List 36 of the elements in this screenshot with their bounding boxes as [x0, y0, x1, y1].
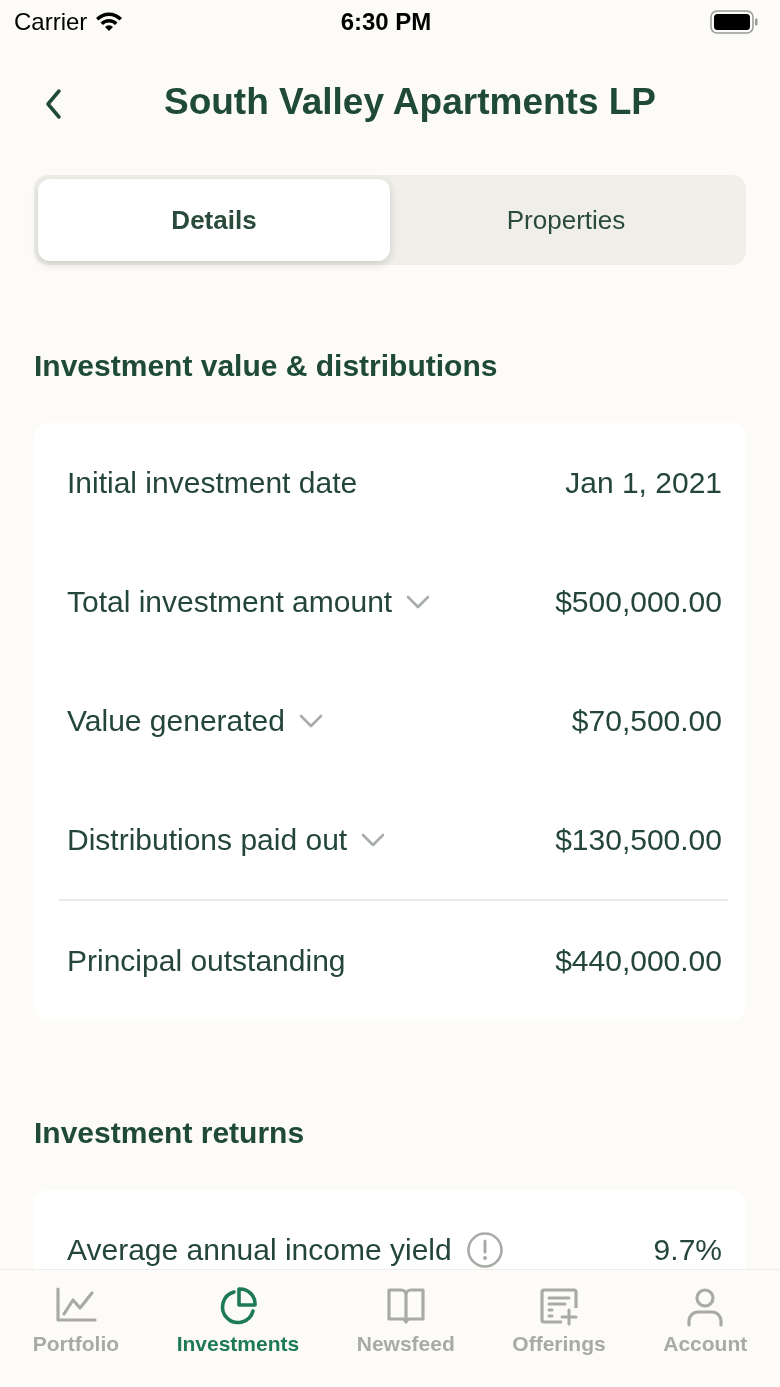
expand-button[interactable] [406, 594, 431, 609]
tab-bar-item[interactable]: Portfolio [32, 1270, 120, 1387]
section-title: Investment value & distributions [34, 349, 499, 383]
row-value: $500,000.00 [555, 584, 722, 619]
info-icon [465, 1230, 504, 1269]
row-value: 9.7% [653, 1232, 722, 1267]
carrier-name: Carrier [14, 8, 88, 36]
row-value: Jan 1, 2021 [565, 465, 722, 500]
row-value: $70,500.00 [571, 703, 722, 738]
section-title: Investment returns [34, 1116, 306, 1150]
row-value: $440,000.00 [555, 943, 722, 978]
row-label: Total investment amount [67, 584, 393, 619]
battery-icon [710, 10, 758, 34]
expand-button[interactable] [298, 713, 323, 728]
row-label: Distributions paid out [67, 822, 348, 857]
chevron-down-icon [361, 832, 386, 847]
segment-tab[interactable]: Details [38, 179, 390, 261]
row-label: Value generated [67, 703, 285, 738]
clock-time: 6:30 PM [340, 8, 432, 36]
row-label: Initial investment date [67, 465, 358, 500]
tab-bar-item[interactable]: Offerings [512, 1270, 606, 1387]
back-chevron-icon [44, 88, 64, 120]
info-button[interactable] [465, 1230, 504, 1269]
row-label: Principal outstanding [67, 943, 346, 978]
tab-bar-item[interactable]: Account [663, 1270, 748, 1387]
chevron-down-icon [298, 713, 323, 728]
row-label: Average annual income yield [67, 1232, 452, 1267]
tab-bar-item[interactable]: Newsfeed [356, 1270, 455, 1387]
chevron-down-icon [406, 594, 431, 609]
document-plus-icon [538, 1286, 580, 1328]
row-value: $130,500.00 [555, 822, 722, 857]
segment-tab[interactable]: Properties [390, 179, 742, 261]
page-title: South Valley Apartments LP [163, 81, 657, 123]
expand-button[interactable] [361, 832, 386, 847]
wifi-icon [95, 12, 124, 32]
tab-bar-item[interactable]: Investments [176, 1270, 300, 1387]
